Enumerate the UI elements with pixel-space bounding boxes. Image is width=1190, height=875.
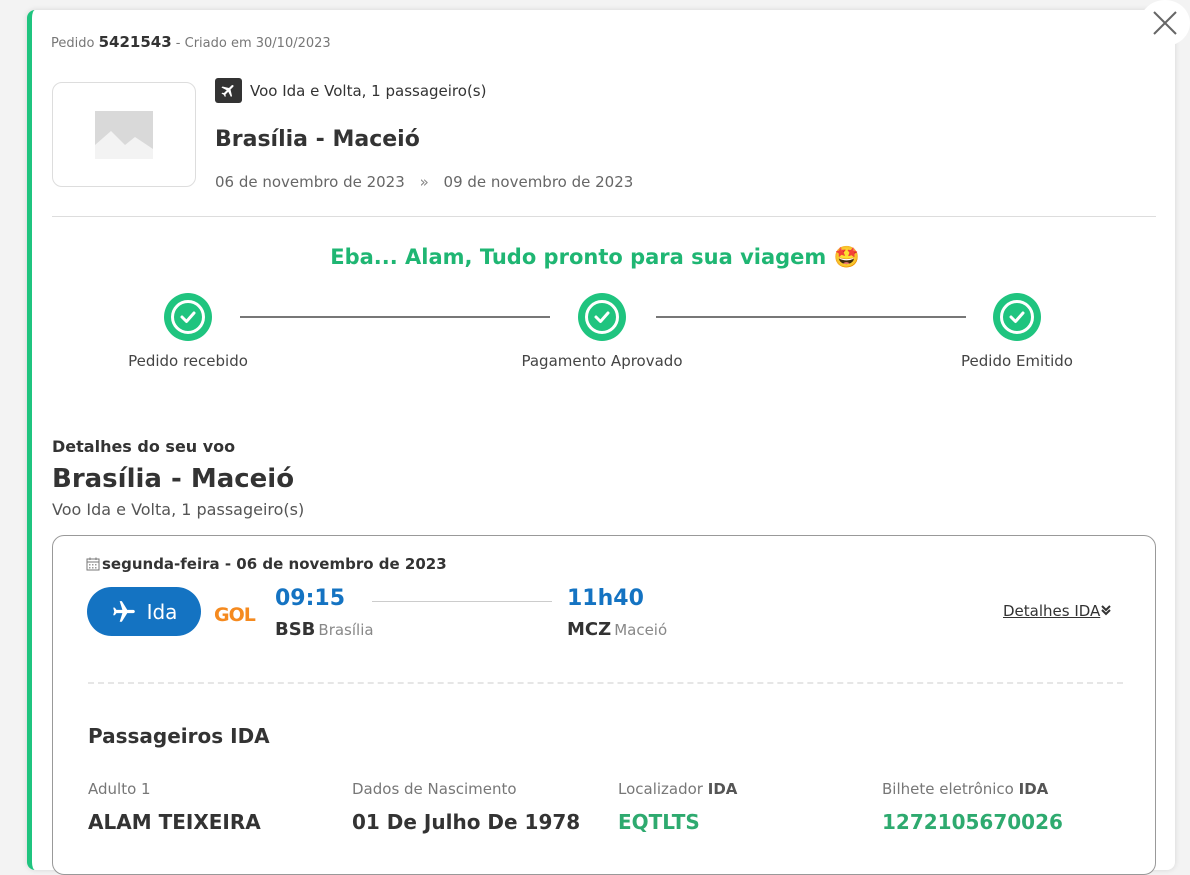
depart-city: Brasília xyxy=(318,621,374,639)
trip-type-text: Voo Ida e Volta, 1 passageiro(s) xyxy=(250,81,487,100)
close-button[interactable] xyxy=(1140,0,1190,46)
flight-date: segunda-feira - 06 de novembro de 2023 xyxy=(86,555,447,573)
step-payment-check-icon xyxy=(578,293,626,341)
arrive-city: Maceió xyxy=(614,621,668,639)
trip-dates: 06 de novembro de 2023 » 09 de novembro … xyxy=(215,173,633,191)
birth-label: Dados de Nascimento xyxy=(352,780,517,798)
step-received-check-icon xyxy=(164,293,212,341)
trip-thumbnail xyxy=(52,82,196,187)
status-message: Eba... Alam, Tudo pronto para sua viagem… xyxy=(0,245,1190,270)
passenger-name: ALAM TEIXEIRA xyxy=(88,810,261,834)
step-connector xyxy=(656,316,966,318)
trip-type: Voo Ida e Volta, 1 passageiro(s) xyxy=(215,78,486,103)
flight-date-text: segunda-feira - 06 de novembro de 2023 xyxy=(102,555,447,573)
arrive-airport: MCZ Maceió xyxy=(567,619,667,640)
calendar-icon xyxy=(86,557,100,571)
order-number: 5421543 xyxy=(98,33,172,51)
ticket-label: Bilhete eletrônico IDA xyxy=(882,780,1048,798)
depart-airport: BSB Brasília xyxy=(275,619,374,640)
chevron-double-down-icon xyxy=(1101,605,1112,616)
depart-code: BSB xyxy=(275,619,316,640)
star-eyes-emoji-icon: 🤩 xyxy=(833,245,860,269)
order-header: Pedido 5421543 - Criado em 30/10/2023 xyxy=(51,33,331,51)
details-ida-label: Detalhes IDA xyxy=(1003,602,1101,620)
locator-label-text: Localizador xyxy=(618,780,703,798)
passengers-title: Passageiros IDA xyxy=(88,724,270,748)
close-icon xyxy=(1153,11,1177,35)
date-end: 09 de novembro de 2023 xyxy=(443,173,634,191)
ticket-value: 1272105670026 xyxy=(882,810,1063,834)
trip-route: Brasília - Maceió xyxy=(215,127,420,152)
dashed-divider xyxy=(88,682,1123,684)
step-connector xyxy=(240,316,550,318)
date-separator: » xyxy=(419,173,429,191)
ida-button[interactable]: Ida xyxy=(87,587,201,636)
details-subtitle: Detalhes do seu voo xyxy=(52,437,236,456)
status-message-text: Eba... Alam, Tudo pronto para sua viagem xyxy=(330,245,827,269)
date-start: 06 de novembro de 2023 xyxy=(215,173,405,191)
ida-button-label: Ida xyxy=(146,599,178,624)
step-label-received: Pedido recebido xyxy=(128,352,248,370)
ticket-label-text: Bilhete eletrônico xyxy=(882,780,1014,798)
details-ida-link[interactable]: Detalhes IDA xyxy=(1003,602,1112,620)
airplane-icon xyxy=(112,600,135,622)
locator-value: EQTLTS xyxy=(618,810,700,834)
arrive-code: MCZ xyxy=(567,619,612,640)
airline-logo: GOL xyxy=(214,604,256,626)
step-label-issued: Pedido Emitido xyxy=(961,352,1073,370)
ticket-label-suffix: IDA xyxy=(1018,780,1049,798)
order-created: - Criado em 30/10/2023 xyxy=(175,36,331,51)
step-issued-check-icon xyxy=(993,293,1041,341)
details-title: Brasília - Maceió xyxy=(52,464,295,494)
locator-label-suffix: IDA xyxy=(707,780,738,798)
locator-label: Localizador IDA xyxy=(618,780,737,798)
divider xyxy=(52,216,1156,217)
airplane-icon xyxy=(215,78,242,103)
arrive-time: 11h40 xyxy=(567,586,644,611)
adult-label: Adulto 1 xyxy=(88,780,151,798)
image-placeholder-icon xyxy=(95,110,153,159)
step-label-payment: Pagamento Aprovado xyxy=(521,352,683,370)
order-label: Pedido xyxy=(51,36,95,51)
birth-value: 01 De Julho De 1978 xyxy=(352,810,581,834)
depart-time: 09:15 xyxy=(275,586,346,611)
flight-line xyxy=(372,601,552,602)
details-type: Voo Ida e Volta, 1 passageiro(s) xyxy=(52,500,305,519)
